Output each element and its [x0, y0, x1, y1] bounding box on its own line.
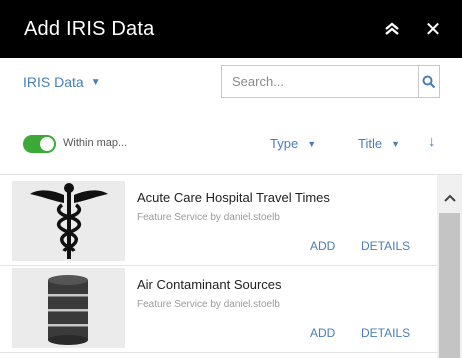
filter-row: IRIS Data ▼ — [0, 58, 462, 114]
add-button[interactable]: ADD — [310, 239, 335, 253]
results-scrollbar[interactable] — [437, 175, 462, 358]
chevron-down-icon: ▼ — [391, 138, 400, 149]
item-title: Acute Care Hospital Travel Times — [137, 190, 330, 205]
toggle-knob — [40, 137, 54, 151]
search-box — [221, 65, 440, 98]
type-sort-dropdown[interactable]: Type ▼ — [270, 136, 316, 151]
result-item: Air Contaminant Sources Feature Service … — [0, 266, 437, 353]
data-source-label: IRIS Data — [23, 74, 84, 90]
sort-row: Within map... Type ▼ Title ▼ ↓ — [0, 114, 462, 174]
within-map-toggle[interactable] — [23, 135, 56, 153]
chevron-down-icon: ▼ — [90, 76, 101, 88]
scroll-thumb[interactable] — [439, 213, 460, 358]
barrel-icon — [48, 275, 88, 345]
title-sort-dropdown[interactable]: Title ▼ — [358, 136, 400, 151]
double-chevron-up-icon — [385, 22, 399, 35]
details-button[interactable]: DETAILS — [361, 326, 410, 340]
result-item: Acute Care Hospital Travel Times Feature… — [0, 179, 437, 266]
within-map-label: Within map... — [63, 137, 128, 149]
search-button[interactable] — [418, 66, 439, 97]
chevron-up-icon — [444, 194, 456, 202]
search-input[interactable] — [222, 66, 418, 97]
item-meta: Feature Service by daniel.stoelb — [137, 299, 280, 310]
scroll-up-button[interactable] — [441, 191, 459, 205]
item-meta: Feature Service by daniel.stoelb — [137, 212, 280, 223]
item-thumbnail — [12, 268, 125, 348]
add-button[interactable]: ADD — [310, 326, 335, 340]
collapse-button[interactable] — [380, 17, 404, 41]
type-sort-label: Type — [270, 136, 299, 151]
details-button[interactable]: DETAILS — [361, 239, 410, 253]
add-data-panel: Add IRIS Data ✕ IRIS Data ▼ Search... Wi… — [0, 0, 462, 358]
results-list: Acute Care Hospital Travel Times Feature… — [0, 175, 462, 358]
caduceus-icon — [30, 183, 108, 259]
panel-header: Add IRIS Data ✕ — [0, 0, 462, 58]
close-icon: ✕ — [424, 17, 442, 41]
sort-direction-button[interactable]: ↓ — [428, 133, 436, 150]
arrow-down-icon: ↓ — [428, 133, 436, 150]
title-sort-label: Title — [358, 136, 383, 151]
item-thumbnail — [12, 181, 125, 261]
chevron-down-icon: ▼ — [307, 138, 317, 149]
panel-title: Add IRIS Data — [24, 17, 155, 40]
close-button[interactable]: ✕ — [421, 17, 445, 41]
data-source-dropdown[interactable]: IRIS Data ▼ — [23, 74, 101, 90]
item-title: Air Contaminant Sources — [137, 277, 282, 292]
search-icon — [422, 75, 436, 88]
